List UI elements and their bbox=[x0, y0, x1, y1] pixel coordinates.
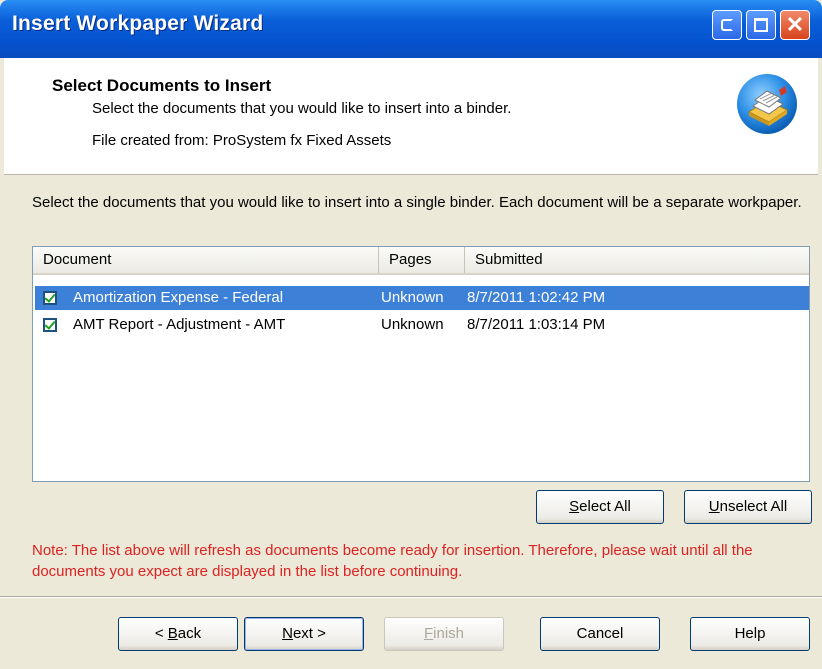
row-checkbox[interactable] bbox=[43, 291, 57, 305]
minimize-button[interactable] bbox=[712, 10, 742, 40]
select-all-button[interactable]: Select All bbox=[536, 490, 664, 524]
finish-accel: F bbox=[423, 625, 434, 642]
document-submitted: 8/7/2011 1:03:14 PM bbox=[467, 316, 606, 333]
documents-list[interactable]: Document Pages Submitted Amortization Ex… bbox=[32, 246, 810, 482]
unselect-all-label: nselect All bbox=[719, 498, 788, 515]
wizard-window: Insert Workpaper Wizard ✕ Select Documen… bbox=[0, 0, 822, 669]
back-button[interactable]: < Back bbox=[118, 617, 238, 651]
help-button[interactable]: Help bbox=[690, 617, 810, 651]
unselect-all-button[interactable]: Unselect All bbox=[684, 490, 812, 524]
footer-divider-highlight bbox=[0, 597, 822, 598]
column-header-submitted[interactable]: Submitted bbox=[465, 247, 809, 273]
unselect-all-accel: U bbox=[708, 498, 720, 515]
window-title: Insert Workpaper Wizard bbox=[12, 12, 264, 35]
close-icon: ✕ bbox=[785, 12, 805, 37]
row-checkbox[interactable] bbox=[43, 318, 57, 332]
next-accel: N bbox=[282, 625, 293, 642]
document-pages: Unknown bbox=[381, 289, 444, 306]
next-button[interactable]: Next > bbox=[244, 617, 364, 651]
next-label: ext > bbox=[292, 625, 326, 642]
document-submitted: 8/7/2011 1:02:42 PM bbox=[467, 289, 606, 306]
back-label: ack bbox=[177, 625, 202, 642]
refresh-note: Note: The list above will refresh as doc… bbox=[32, 542, 753, 580]
page-subtitle: Select the documents that you would like… bbox=[92, 100, 512, 117]
finish-label: inish bbox=[433, 625, 465, 642]
title-bar[interactable]: Insert Workpaper Wizard ✕ bbox=[0, 0, 822, 58]
document-pages: Unknown bbox=[381, 316, 444, 333]
file-created-label: File created from: ProSystem fx Fixed As… bbox=[92, 132, 392, 149]
intro-text: Select the documents that you would like… bbox=[32, 194, 802, 211]
page-title: Select Documents to Insert bbox=[52, 76, 272, 95]
list-header: Document Pages Submitted bbox=[33, 247, 809, 275]
column-header-document[interactable]: Document bbox=[33, 247, 379, 273]
back-accel: B bbox=[167, 625, 178, 642]
select-all-accel: S bbox=[569, 498, 580, 515]
maximize-icon bbox=[754, 18, 768, 32]
list-row[interactable]: AMT Report - Adjustment - AMT Unknown 8/… bbox=[35, 313, 809, 337]
document-name: AMT Report - Adjustment - AMT bbox=[73, 316, 286, 333]
back-prefix: < bbox=[154, 625, 168, 642]
binder-icon bbox=[737, 74, 797, 134]
column-header-pages[interactable]: Pages bbox=[379, 247, 465, 273]
wizard-header: Select Documents to Insert Select the do… bbox=[4, 58, 818, 175]
close-button[interactable]: ✕ bbox=[780, 10, 810, 40]
cancel-button[interactable]: Cancel bbox=[540, 617, 660, 651]
finish-button[interactable]: Finish bbox=[384, 617, 504, 651]
list-row[interactable]: Amortization Expense - Federal Unknown 8… bbox=[35, 286, 809, 310]
document-name: Amortization Expense - Federal bbox=[73, 289, 284, 306]
minimize-icon bbox=[721, 19, 733, 31]
select-all-label: elect All bbox=[579, 498, 631, 515]
maximize-button[interactable] bbox=[746, 10, 776, 40]
